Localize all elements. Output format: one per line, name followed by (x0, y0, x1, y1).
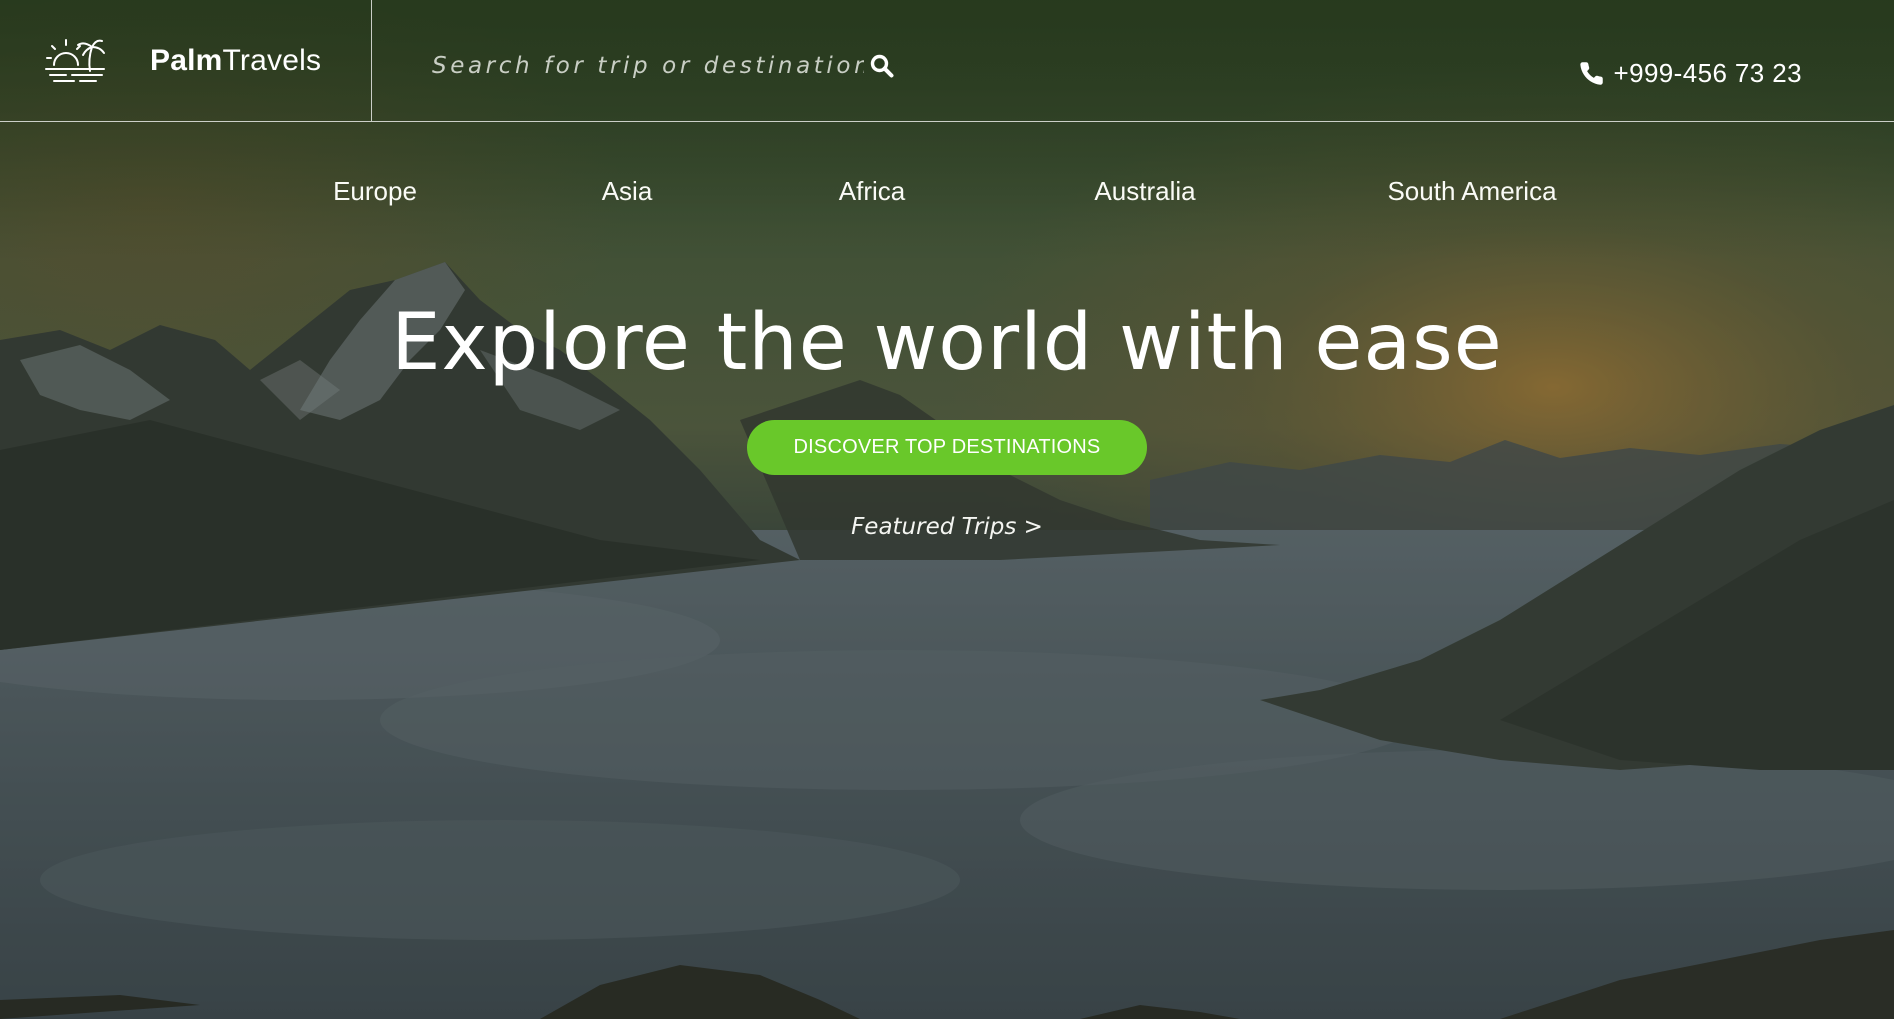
landing-page: PalmTravels +999-456 73 23 Europe Asia A… (0, 0, 1894, 1019)
brand-home-link[interactable]: PalmTravels (0, 0, 372, 121)
brand-name-bold: Palm (150, 43, 223, 77)
hero-background-image (0, 0, 1894, 1019)
featured-trips-link[interactable]: Featured Trips > (851, 514, 1043, 540)
brand-name-light: Travels (222, 43, 322, 77)
nav-link-africa[interactable]: Africa (839, 176, 905, 207)
nav-link-south-america[interactable]: South America (1387, 176, 1556, 207)
search-input[interactable] (432, 46, 864, 86)
phone-icon (1579, 62, 1603, 85)
search-icon (870, 54, 894, 78)
continent-nav: Europe Asia Africa Australia South Ameri… (0, 176, 1894, 216)
brand-name: PalmTravels (150, 44, 321, 78)
phone-contact[interactable]: +999-456 73 23 (1578, 58, 1803, 89)
site-header: PalmTravels +999-456 73 23 (0, 0, 1894, 122)
discover-destinations-button[interactable]: DISCOVER TOP DESTINATIONS (747, 420, 1147, 475)
search-bar (432, 46, 902, 86)
phone-number: +999-456 73 23 (1613, 58, 1802, 88)
nav-link-asia[interactable]: Asia (602, 176, 653, 207)
hero-title: Explore the world with ease (391, 298, 1503, 388)
nav-link-europe[interactable]: Europe (333, 176, 417, 207)
search-button[interactable] (866, 50, 898, 82)
palm-sunset-logo-icon (45, 38, 105, 82)
nav-link-australia[interactable]: Australia (1094, 176, 1195, 207)
